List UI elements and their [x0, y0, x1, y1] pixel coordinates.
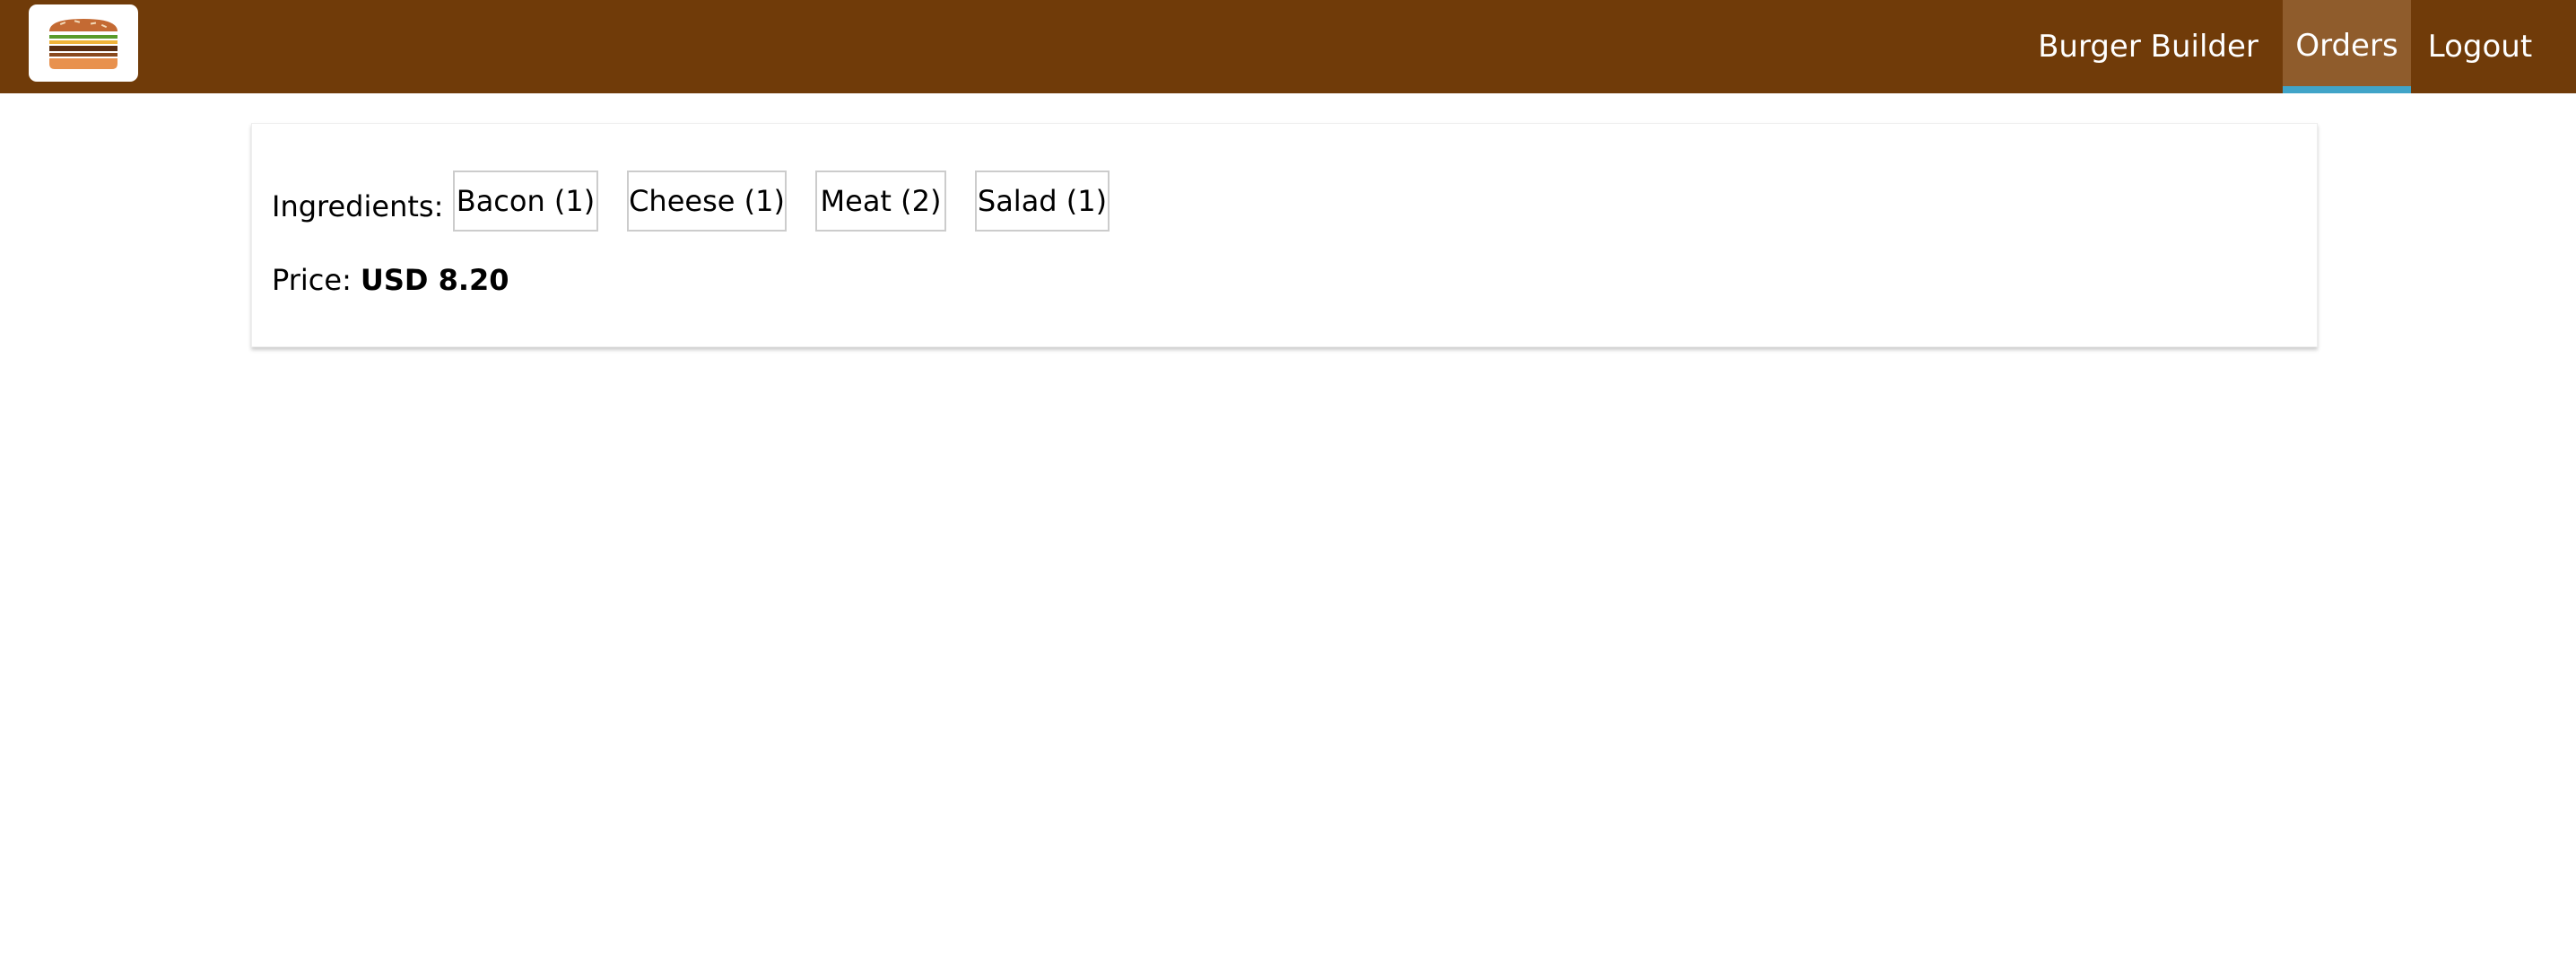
order-card: Ingredients: Bacon (1) Cheese (1) Meat (… — [251, 123, 2318, 347]
price-line: Price: USD 8.20 — [272, 255, 509, 305]
ingredient-chip-cheese: Cheese (1) — [627, 171, 787, 232]
nav-item-logout[interactable]: Logout — [2422, 0, 2538, 93]
nav-item-burger-builder[interactable]: Burger Builder — [2022, 0, 2275, 93]
ingredient-chip-bacon: Bacon (1) — [453, 171, 598, 232]
burger-logo-svg — [49, 19, 117, 69]
price-value: USD 8.20 — [360, 263, 509, 297]
ingredients-row: Ingredients: Bacon (1) Cheese (1) Meat (… — [252, 124, 2317, 232]
ingredient-chip-salad: Salad (1) — [975, 171, 1110, 232]
ingredient-chip-meat: Meat (2) — [815, 171, 946, 232]
nav-item-orders[interactable]: Orders — [2283, 0, 2411, 93]
toolbar: Burger Builder Orders Logout — [0, 0, 2576, 93]
price-label: Price: — [272, 263, 352, 297]
ingredients-label: Ingredients: — [272, 189, 444, 223]
burger-logo-icon[interactable] — [29, 4, 138, 82]
